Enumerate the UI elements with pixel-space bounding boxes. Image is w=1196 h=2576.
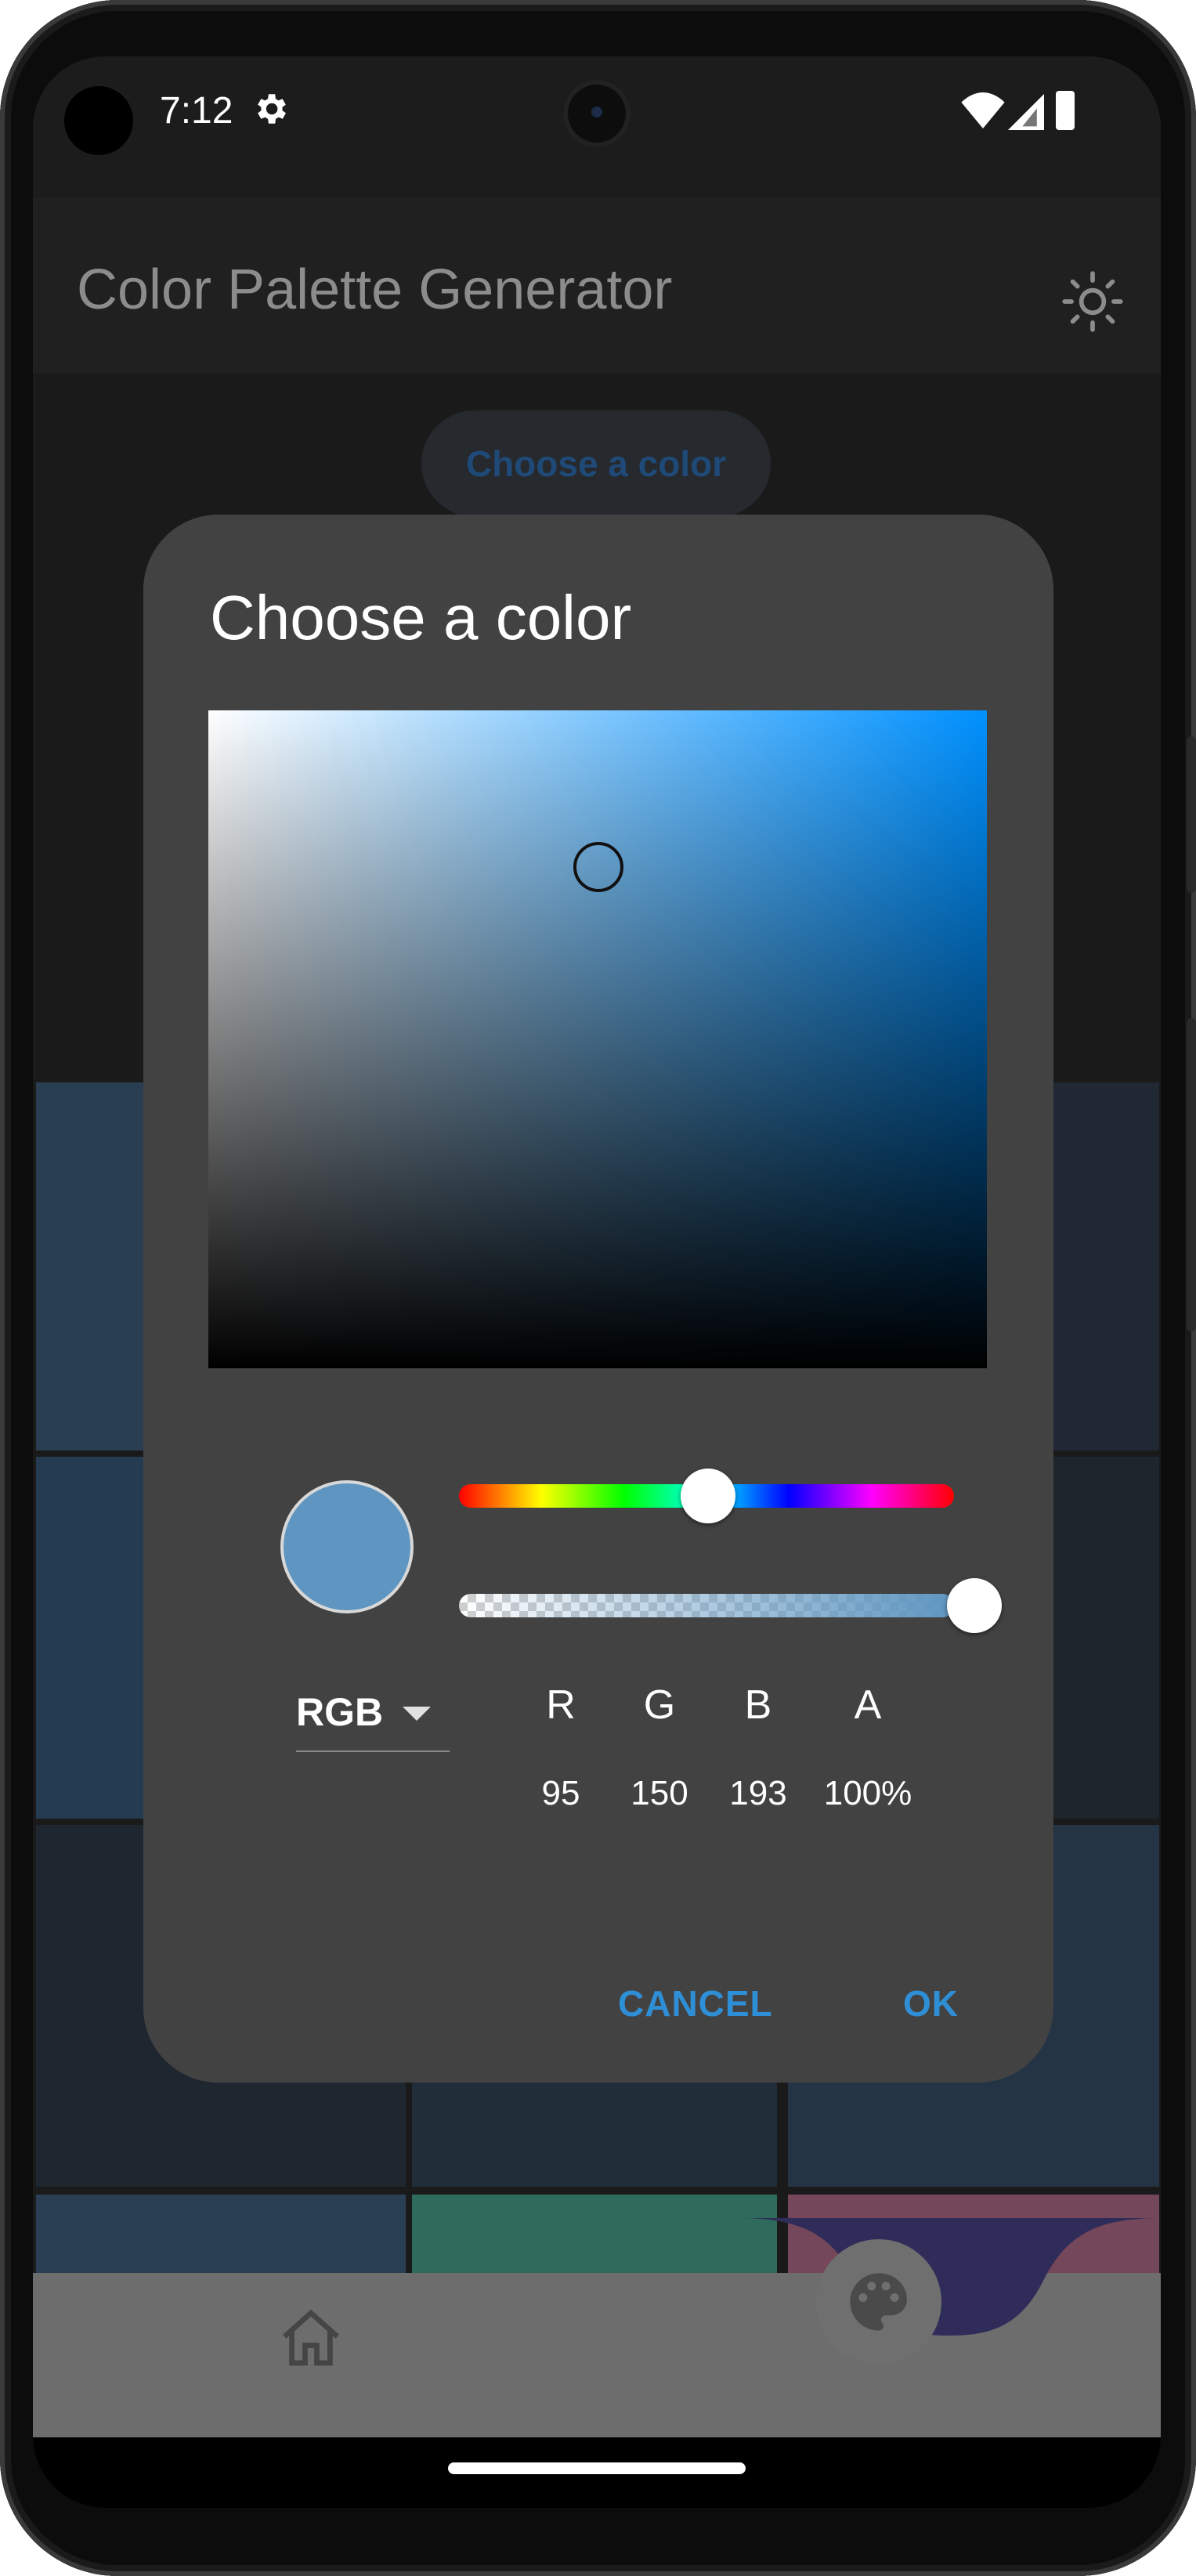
camera-punch-hole: [563, 80, 631, 147]
alpha-slider-thumb[interactable]: [947, 1578, 1002, 1633]
front-camera-cutout: [64, 86, 133, 155]
screen: 7:12 Color Palette Generator Choose a co…: [33, 56, 1161, 2508]
power-button: [1187, 736, 1196, 893]
battery-icon: [1056, 91, 1075, 130]
status-time: 7:12: [160, 90, 233, 132]
saturation-value-cursor[interactable]: [573, 842, 623, 892]
wifi-icon: [961, 92, 1005, 128]
channel-label-a: A: [854, 1682, 882, 1728]
selected-color-preview: [280, 1480, 414, 1613]
cancel-button[interactable]: CANCEL: [618, 1982, 773, 2025]
color-mode-dropdown[interactable]: RGB: [296, 1674, 450, 1752]
volume-button: [1187, 1018, 1196, 1331]
channel-label-b: B: [744, 1682, 772, 1728]
home-icon[interactable]: [276, 2304, 346, 2375]
ok-button[interactable]: OK: [903, 1982, 959, 2025]
home-indicator[interactable]: [448, 2462, 746, 2474]
signal-icon: [1008, 94, 1044, 130]
channel-value-a[interactable]: 100%: [805, 1774, 930, 1813]
saturation-value-picker[interactable]: [208, 710, 987, 1368]
nav-notch: [738, 2218, 1161, 2336]
channel-value-b[interactable]: 193: [696, 1774, 821, 1813]
app-title: Color Palette Generator: [77, 258, 673, 321]
hue-slider-thumb[interactable]: [681, 1469, 735, 1523]
palette-swatch[interactable]: [412, 2081, 777, 2187]
settings-gear-icon: [251, 89, 290, 128]
color-picker-dialog: Choose a color RGB R G B A 95 150 193 10…: [143, 515, 1053, 2083]
palette-icon: [850, 2273, 907, 2331]
color-mode-label: RGB: [296, 1690, 384, 1734]
channel-label-r: R: [546, 1682, 576, 1728]
choose-color-button[interactable]: Choose a color: [421, 410, 771, 517]
dropdown-caret-icon: [403, 1707, 431, 1721]
alpha-slider[interactable]: [459, 1594, 954, 1617]
sun-icon[interactable]: [1059, 268, 1126, 335]
dialog-title: Choose a color: [210, 583, 632, 652]
app-bar: Color Palette Generator: [33, 197, 1161, 374]
palette-fab[interactable]: [816, 2239, 941, 2365]
channel-label-g: G: [643, 1682, 676, 1728]
